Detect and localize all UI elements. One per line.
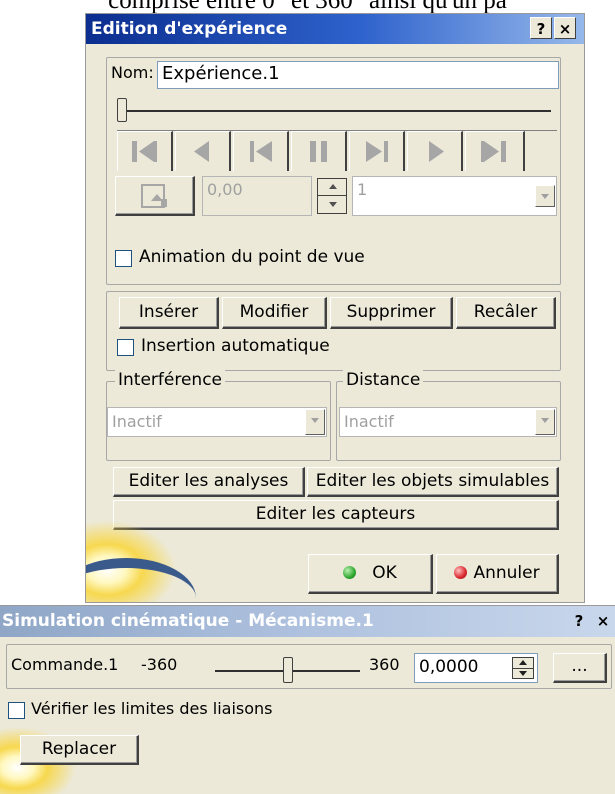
play-icon: [429, 141, 444, 162]
distance-group: Distance Inactif: [336, 370, 561, 461]
cancel-label: Annuler: [473, 563, 540, 583]
name-input[interactable]: Expérience.1: [157, 61, 559, 89]
close-button[interactable]: ×: [554, 17, 576, 39]
help-button[interactable]: ?: [568, 610, 590, 632]
command-frame: Commande.1 -360 360 0,0000 ...: [6, 644, 612, 689]
play-forward-button[interactable]: [349, 131, 405, 171]
interference-legend: Interférence: [115, 370, 226, 390]
step-combo[interactable]: 1: [352, 176, 557, 216]
min-value: -360: [141, 655, 178, 674]
jump-end-icon: [481, 141, 506, 162]
next-icon: [366, 141, 388, 162]
chevron-down-icon[interactable]: [305, 409, 325, 435]
name-label: Nom:: [111, 63, 154, 82]
max-value: 360: [369, 655, 400, 674]
delete-button[interactable]: Supprimer: [330, 297, 453, 329]
insert-button[interactable]: Insérer: [119, 297, 219, 329]
simulation-dialog-titlebar[interactable]: Simulation cinématique - Mécanisme.1: [0, 606, 615, 637]
auto-insert-checkbox[interactable]: [117, 339, 134, 356]
viewpoint-label: Animation du point de vue: [139, 247, 365, 267]
previous-icon: [250, 141, 272, 162]
experience-dialog-titlebar[interactable]: Edition d'expérience: [86, 14, 584, 44]
check-limits-label: Vérifier les limites des liaisons: [31, 699, 273, 718]
command-slider-thumb[interactable]: [282, 657, 293, 683]
experience-dialog-title: Edition d'expérience: [91, 19, 288, 39]
jump-end-button[interactable]: [465, 131, 525, 171]
ok-button[interactable]: OK: [308, 554, 433, 594]
command-spinner[interactable]: [512, 657, 534, 679]
auto-insert-label: Insertion automatique: [141, 336, 330, 356]
insertion-frame: Insérer Modifier Supprimer Recâler Inser…: [106, 291, 561, 371]
step-combo-value: 1: [357, 180, 368, 199]
spin-up-icon[interactable]: [519, 660, 527, 665]
chevron-down-icon[interactable]: [535, 185, 555, 207]
distance-value: Inactif: [344, 412, 394, 431]
interference-combo[interactable]: Inactif: [107, 407, 327, 437]
distance-combo[interactable]: Inactif: [339, 407, 557, 437]
kinematic-simulation-dialog: Simulation cinématique - Mécanisme.1 ? ×…: [0, 605, 615, 794]
distance-legend: Distance: [343, 370, 424, 390]
timeline-slider-thumb[interactable]: [117, 98, 127, 122]
loop-mode-button[interactable]: [115, 176, 195, 216]
jump-start-icon: [132, 141, 157, 162]
jump-start-button[interactable]: [117, 131, 173, 171]
command-label: Commande.1: [11, 655, 119, 674]
spin-down-icon[interactable]: [519, 671, 527, 676]
timeline-track: [119, 110, 551, 112]
play-backward-button[interactable]: [233, 131, 289, 171]
close-button[interactable]: ×: [592, 610, 614, 632]
more-button[interactable]: ...: [553, 653, 607, 683]
red-circle-icon: [454, 566, 468, 579]
loop-mode-icon: [140, 184, 167, 208]
step-back-icon: [194, 141, 209, 162]
interference-value: Inactif: [112, 412, 162, 431]
help-button[interactable]: ?: [530, 17, 552, 39]
step-forward-button[interactable]: [407, 131, 463, 171]
spin-down-icon[interactable]: [329, 202, 337, 207]
simulation-dialog-title: Simulation cinématique - Mécanisme.1: [2, 611, 374, 631]
time-input[interactable]: 0,00: [202, 176, 312, 216]
pause-button[interactable]: [291, 131, 347, 171]
spin-up-icon[interactable]: [329, 184, 337, 189]
interference-group: Interférence Inactif: [106, 370, 331, 461]
green-circle-icon: [343, 566, 357, 579]
edit-analyses-button[interactable]: Editer les analyses: [113, 467, 305, 497]
recal-button[interactable]: Recâler: [456, 297, 556, 329]
edit-simulables-button[interactable]: Editer les objets simulables: [307, 467, 559, 497]
viewpoint-checkbox[interactable]: [115, 250, 132, 267]
player-frame: Nom: Expérience.1 0,00 1 Animation du po…: [106, 57, 561, 285]
vcr-toolbar: [117, 130, 557, 171]
time-spinner[interactable]: [317, 178, 347, 214]
ok-label: OK: [372, 563, 397, 583]
pause-icon: [310, 141, 327, 162]
cancel-button[interactable]: Annuler: [436, 554, 559, 594]
chevron-down-icon[interactable]: [535, 409, 555, 435]
experience-edit-dialog: Edition d'expérience ? × Nom: Expérience…: [85, 13, 585, 603]
step-back-button[interactable]: [175, 131, 231, 171]
modify-button[interactable]: Modifier: [222, 297, 327, 329]
reset-button[interactable]: Replacer: [20, 735, 139, 765]
check-limits-checkbox[interactable]: [8, 702, 25, 719]
